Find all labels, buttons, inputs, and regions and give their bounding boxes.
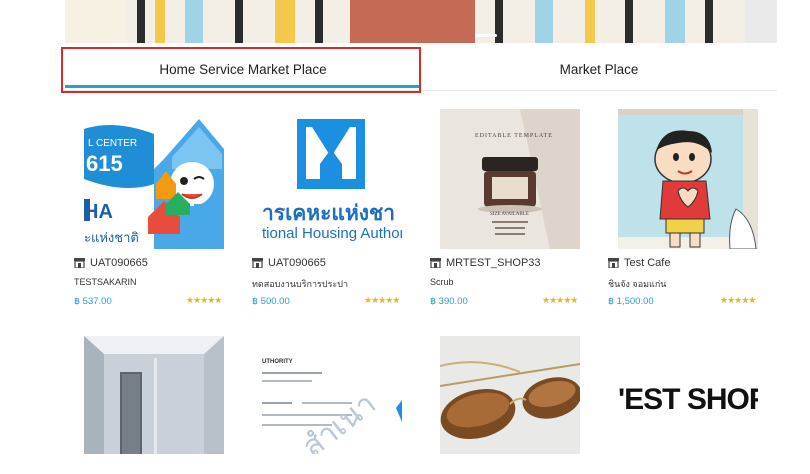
thumb-text-size: SIZE AVAILABLE — [490, 212, 529, 217]
banner-handle[interactable] — [475, 34, 497, 37]
marketplace-tabs: Home Service Market Place Market Place — [65, 48, 777, 91]
product-image[interactable] — [440, 336, 580, 454]
thumb-text-thai: ะแห่งชาติ — [84, 230, 139, 245]
product-image[interactable]: L CENTER 615 HA ะแห่งชาติ — [84, 109, 224, 249]
thumb-text-logo: HA — [84, 201, 113, 223]
product-price: ฿ 1,500.00 — [608, 296, 654, 307]
thumb-text-english: tional Housing Authori — [262, 225, 402, 242]
thumb-text-authority: UTHORITY — [262, 359, 293, 365]
product-image[interactable]: UTHORITY สำเนา — [262, 336, 402, 454]
product-name[interactable]: Scrub — [430, 277, 454, 287]
product-name[interactable]: ชินจัง จอมแก่น — [608, 277, 666, 291]
shop-name: MRTEST_SHOP33 — [446, 257, 541, 269]
shop-name: Test Cafe — [624, 257, 671, 269]
shop-name: UAT090665 — [90, 257, 148, 269]
cartoon-boy-image — [618, 109, 758, 249]
thumb-text-test-shop: 'EST SHOF — [618, 383, 758, 416]
rating-stars: ★★★★★ — [542, 295, 578, 305]
shop-name-row[interactable]: UAT090665 — [74, 257, 148, 269]
rating-stars: ★★★★★ — [186, 295, 222, 305]
rating-stars: ★★★★★ — [364, 295, 400, 305]
product-name[interactable]: TESTSAKARIN — [74, 277, 137, 287]
thumb-text-center: L CENTER — [88, 138, 138, 149]
product-price: ฿ 390.00 — [430, 296, 468, 307]
product-image[interactable] — [618, 109, 758, 249]
product-image[interactable]: 'EST SHOF — [618, 336, 758, 454]
product-image[interactable]: ารเคหะแห่งชา tional Housing Authori — [262, 109, 402, 249]
product-name[interactable]: ทดสอบงานบริการประปา — [252, 277, 348, 291]
store-icon — [74, 258, 85, 269]
tab-market-place[interactable]: Market Place — [421, 48, 777, 90]
product-image[interactable]: EDITABLE TEMPLATE SIZE AVAILABLE — [440, 109, 580, 249]
sunglasses-image — [440, 336, 580, 454]
cosmetic-jar-image — [440, 109, 580, 249]
product-price: ฿ 537.00 — [74, 296, 112, 307]
shop-name-row[interactable]: MRTEST_SHOP33 — [430, 257, 541, 269]
room-interior-image — [84, 336, 224, 454]
shop-name: UAT090665 — [268, 257, 326, 269]
top-banner[interactable] — [65, 0, 777, 43]
store-icon — [252, 258, 263, 269]
thumb-text-number: 615 — [86, 151, 123, 176]
thumb-text-template: EDITABLE TEMPLATE — [475, 133, 553, 139]
store-icon — [430, 258, 441, 269]
tab-label: Home Service Market Place — [159, 61, 327, 77]
active-tab-indicator — [65, 85, 421, 88]
product-price: ฿ 500.00 — [252, 296, 290, 307]
shop-name-row[interactable]: Test Cafe — [608, 257, 670, 269]
store-icon — [608, 258, 619, 269]
tab-label: Market Place — [559, 61, 639, 77]
rating-stars: ★★★★★ — [720, 295, 756, 305]
tab-home-service-market-place[interactable]: Home Service Market Place — [65, 48, 421, 90]
product-image[interactable] — [84, 336, 224, 454]
shop-name-row[interactable]: UAT090665 — [252, 257, 326, 269]
